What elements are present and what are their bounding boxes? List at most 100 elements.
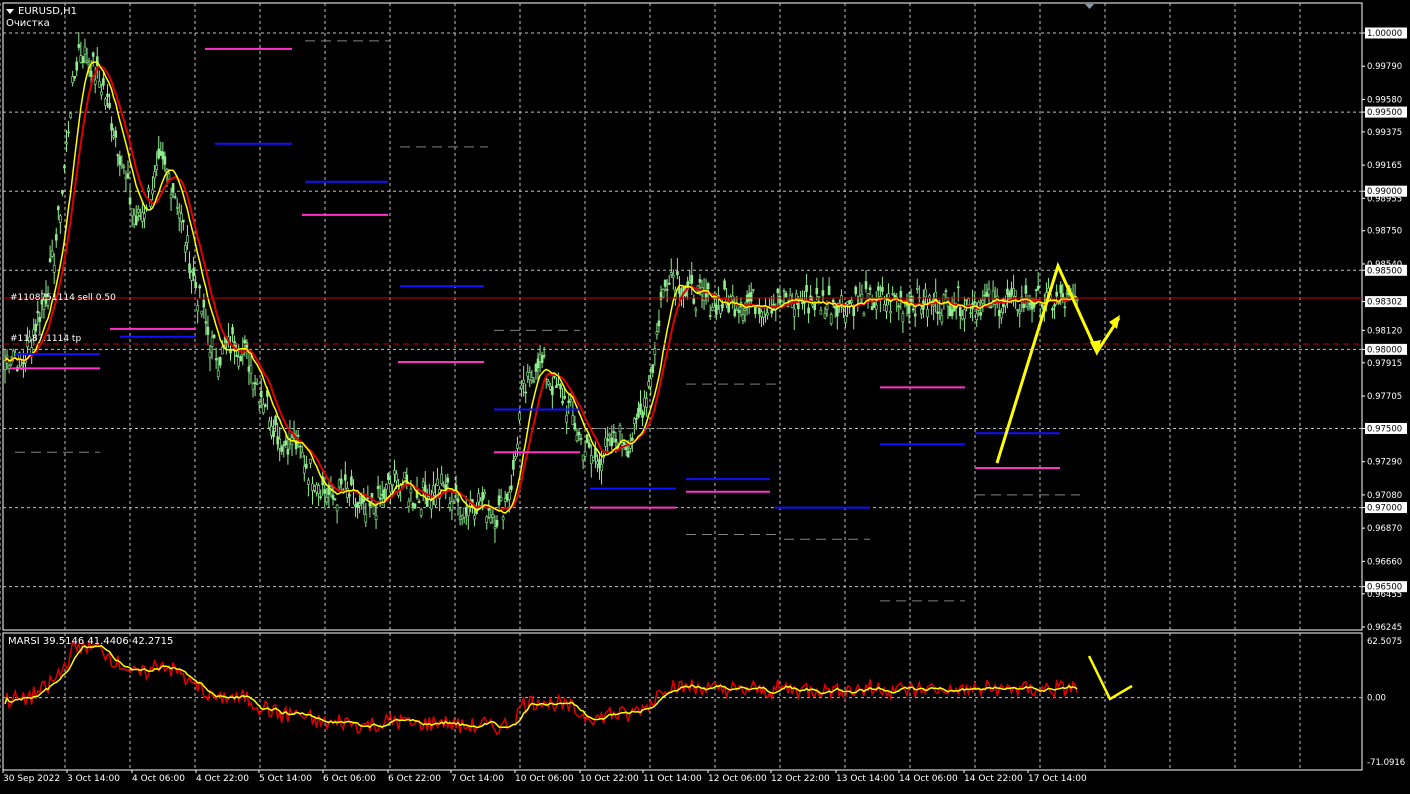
candle-body: [538, 354, 542, 362]
candle-body: [114, 130, 117, 138]
candle-body: [651, 364, 655, 373]
candle-body: [920, 308, 923, 315]
candle-body: [389, 483, 392, 493]
candle-body: [975, 313, 979, 321]
price-tick-label: 0.97500: [1367, 424, 1402, 434]
candle-body: [413, 503, 417, 509]
candle-body: [669, 272, 673, 275]
candle-body: [65, 142, 68, 145]
candle-body: [977, 301, 981, 311]
candle-body: [7, 365, 11, 369]
candle-body: [1008, 293, 1011, 300]
candle-body: [503, 498, 507, 502]
candle-body: [360, 495, 364, 504]
candle-body: [208, 351, 212, 358]
candle-body: [346, 487, 349, 498]
candle-body: [1026, 306, 1030, 309]
candle-body: [710, 307, 714, 311]
candle-body: [147, 187, 150, 191]
candle-body: [526, 371, 530, 377]
candle-body: [577, 431, 581, 436]
candle-body: [343, 474, 347, 481]
candle-body: [641, 411, 644, 418]
candle-body: [969, 312, 972, 315]
indicator-tick-label: -71.0916: [1367, 758, 1405, 768]
candle-body: [358, 503, 361, 506]
candle-body: [124, 176, 128, 180]
candle-body: [102, 78, 105, 86]
candle-body: [749, 292, 753, 302]
candle-body: [59, 215, 62, 223]
candle-body: [175, 206, 179, 209]
candle-body: [575, 434, 579, 441]
candle-body: [507, 491, 511, 500]
candle-body: [979, 312, 983, 316]
candle-body: [688, 280, 692, 283]
candle-body: [850, 300, 853, 303]
candle-body: [348, 494, 351, 497]
candle-body: [384, 484, 388, 490]
candle-body: [69, 113, 72, 118]
candle-body: [1041, 304, 1044, 308]
candle-body: [671, 275, 675, 278]
candle-body: [897, 305, 901, 308]
price-tick-label: 0.96660: [1367, 557, 1402, 567]
order-label: #11.87.1114 tp: [10, 334, 81, 344]
candle-body: [721, 303, 724, 308]
candle-body: [965, 299, 968, 302]
candle-body: [630, 437, 634, 442]
candle-body: [799, 298, 802, 300]
candle-body: [821, 290, 825, 296]
candle-body: [842, 306, 845, 309]
candle-body: [989, 306, 993, 309]
candle-body: [204, 321, 208, 324]
candle-body: [54, 234, 58, 241]
time-tick-label: 30 Sep 2022: [3, 774, 60, 784]
candle-body: [239, 355, 243, 362]
candle-body: [479, 500, 482, 506]
candle-body: [743, 308, 747, 311]
candle-body: [419, 509, 423, 516]
candle-body: [309, 458, 312, 464]
candle-body: [91, 52, 95, 57]
candle-body: [758, 307, 761, 315]
price-chart[interactable]: #1108751114 sell 0.50 #11.87.1114 tp 1.000…: [0, 0, 1410, 794]
candle-body: [776, 288, 780, 294]
candle-body: [817, 296, 821, 298]
indicator-annotation-arrow: [1087, 655, 1133, 701]
candle-body: [885, 304, 888, 312]
candle-body: [317, 485, 320, 495]
candle-body: [661, 289, 665, 298]
candle-body: [598, 458, 601, 469]
chevron-down-icon[interactable]: [6, 8, 14, 14]
candle-body: [571, 415, 575, 425]
candle-body: [524, 391, 528, 394]
candle-body: [1075, 298, 1079, 301]
candle-body: [259, 390, 263, 398]
candle-body: [889, 311, 892, 314]
candle-body: [278, 438, 282, 449]
chart-shift-icon[interactable]: [1085, 4, 1094, 9]
candle-body: [805, 285, 808, 292]
candle-body: [284, 440, 288, 446]
candle-body: [770, 309, 774, 314]
candle-body: [85, 60, 89, 63]
candle-body: [75, 61, 79, 71]
candle-body: [100, 91, 103, 96]
candle-body: [499, 497, 503, 501]
price-tick-label: 0.99375: [1367, 128, 1402, 138]
candle-body: [862, 313, 866, 317]
candle-body: [665, 288, 669, 291]
candle-body: [1012, 288, 1015, 297]
candle-body: [395, 473, 398, 482]
candle-body: [440, 473, 443, 484]
candle-body: [569, 399, 573, 402]
candle-body: [553, 375, 556, 378]
candle-body: [159, 151, 163, 156]
candle-body: [34, 323, 38, 332]
candle-body: [612, 431, 616, 433]
candle-body: [924, 288, 927, 298]
candle-body: [911, 308, 915, 311]
candle-body: [382, 489, 386, 500]
candle-body: [473, 515, 476, 520]
